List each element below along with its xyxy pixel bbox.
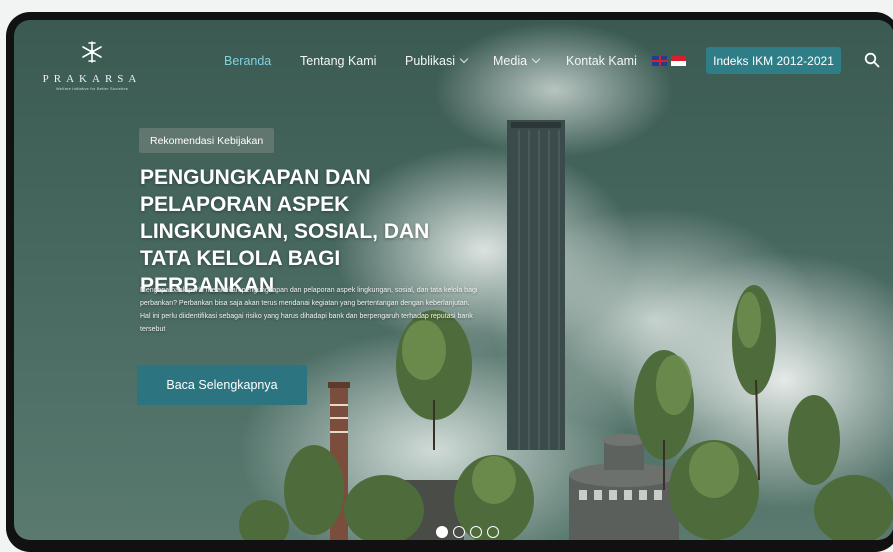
chevron-down-icon <box>459 54 469 64</box>
ikm-index-button[interactable]: Indeks IKM 2012-2021 <box>706 47 841 74</box>
brand-name: PRAKARSA <box>42 73 142 85</box>
brand-tagline: Welfare Initiative for Better Societies <box>55 86 129 91</box>
nav-item-label: Tentang Kami <box>300 54 377 68</box>
nav-item-tentang-kami[interactable]: Tentang Kami <box>300 54 376 68</box>
read-more-button[interactable]: Baca Selengkapnya <box>137 365 307 405</box>
slide-dot[interactable] <box>453 526 465 538</box>
slider-pagination <box>436 526 499 538</box>
nav-item-label: Kontak Kami <box>566 54 637 68</box>
device-frame: PRAKARSA Welfare Initiative for Better S… <box>6 12 893 552</box>
nav-item-publikasi[interactable]: Publikasi <box>405 54 469 68</box>
slide-dot[interactable] <box>470 526 482 538</box>
nav-item-kontak-kami[interactable]: Kontak Kami <box>566 54 637 68</box>
slide-dot[interactable] <box>436 526 448 538</box>
logo-snowflake-icon <box>82 41 102 63</box>
brand-logo[interactable]: PRAKARSA Welfare Initiative for Better S… <box>42 40 142 91</box>
hero-description: Mengapa bank perlu melakukan pengungkapa… <box>140 287 478 333</box>
nav-item-beranda[interactable]: Beranda <box>224 54 271 68</box>
chevron-down-icon <box>531 54 541 64</box>
hero-title: PENGUNGKAPAN DAN PELAPORAN ASPEK LINGKUN… <box>140 166 430 297</box>
nav-item-label: Beranda <box>224 54 272 68</box>
id-flag-icon[interactable] <box>671 56 686 66</box>
language-switcher <box>652 56 686 66</box>
nav-item-label: Media <box>493 54 528 68</box>
search-icon[interactable] <box>864 52 880 68</box>
site-header: PRAKARSA Welfare Initiative for Better S… <box>14 20 893 91</box>
hero-screen: PRAKARSA Welfare Initiative for Better S… <box>14 20 893 540</box>
slide-dot[interactable] <box>487 526 499 538</box>
nav-item-label: Publikasi <box>405 54 456 68</box>
en-flag-icon[interactable] <box>652 56 667 66</box>
category-badge: Rekomendasi Kebijakan <box>139 128 275 153</box>
nav-item-media[interactable]: Media <box>493 54 541 68</box>
